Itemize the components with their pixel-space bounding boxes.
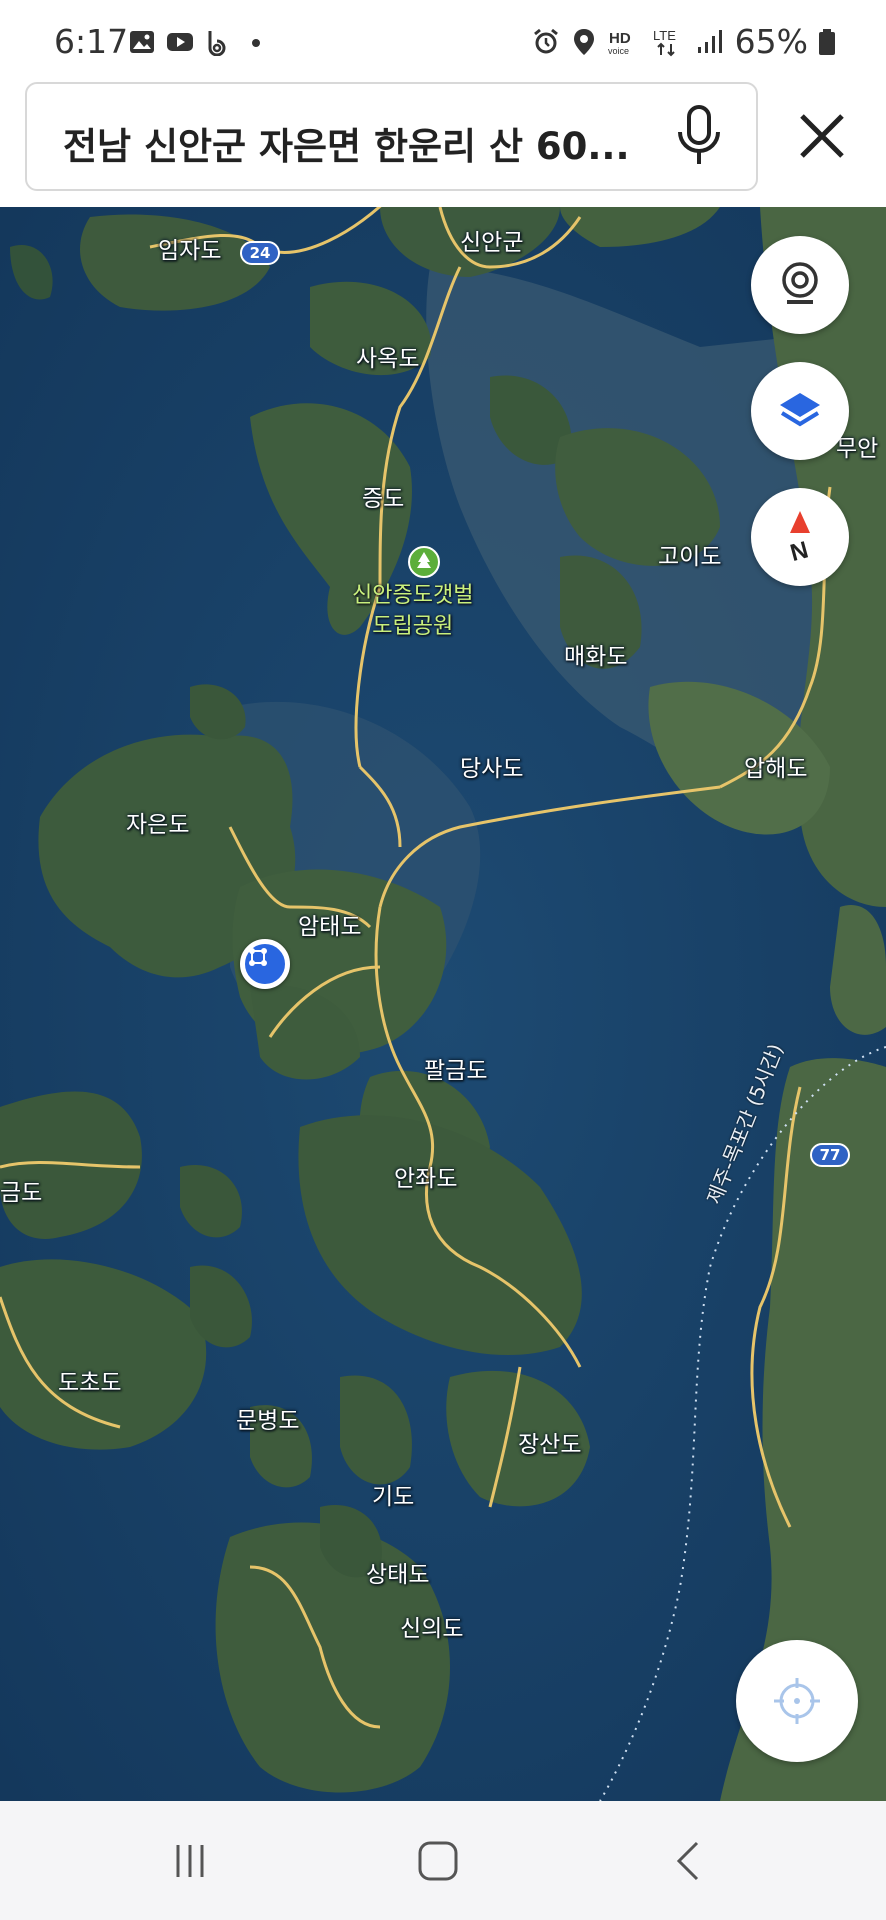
map-imagery bbox=[0, 207, 886, 1801]
recent-apps-icon bbox=[176, 1845, 204, 1877]
compass-north-icon: N bbox=[787, 511, 811, 565]
label-aphaedo[interactable]: 압해도 bbox=[744, 749, 807, 783]
label-jangsando[interactable]: 장산도 bbox=[518, 1425, 581, 1459]
svg-text:HD: HD bbox=[609, 30, 631, 47]
selected-location-marker[interactable] bbox=[240, 939, 290, 989]
microphone-icon bbox=[678, 105, 720, 164]
home-button[interactable] bbox=[398, 1831, 478, 1891]
close-search-button[interactable] bbox=[790, 104, 854, 168]
street-view-icon bbox=[782, 262, 818, 304]
label-gido[interactable]: 기도 bbox=[372, 1477, 414, 1511]
gallery-icon bbox=[130, 31, 154, 53]
lte-icon: LTE bbox=[653, 28, 676, 56]
label-sangtaedo[interactable]: 상태도 bbox=[366, 1555, 429, 1589]
hd-voice-icon: HDvoice bbox=[608, 30, 631, 56]
search-query-text[interactable]: 전남 신안군 자은면 한운리 산 60... bbox=[63, 116, 630, 170]
youtube-icon bbox=[167, 33, 193, 51]
park-label-line1: 신안증도갯벌 bbox=[352, 583, 474, 608]
voice-search-button[interactable] bbox=[668, 102, 730, 172]
svg-text:LTE: LTE bbox=[653, 28, 676, 43]
area-select-icon bbox=[249, 948, 267, 966]
b-app-icon bbox=[208, 31, 226, 56]
label-jeungdo[interactable]: 증도 bbox=[362, 479, 404, 513]
location-icon bbox=[573, 28, 594, 55]
recent-apps-button[interactable] bbox=[150, 1831, 230, 1891]
satellite-map[interactable]: 임자도 24 신안군 사옥도 증도 신안증도갯벌 도립공원 고이도 무안 매화도… bbox=[0, 207, 886, 1801]
label-danagsado[interactable]: 당사도 bbox=[460, 749, 523, 783]
crosshair-icon bbox=[774, 1678, 820, 1724]
signal-icon bbox=[697, 29, 722, 53]
compass-letter: N bbox=[787, 536, 811, 565]
label-sinangun[interactable]: 신안군 bbox=[460, 223, 523, 257]
battery-percentage: 65% bbox=[734, 22, 808, 61]
status-bar: 6:17 HD voice LTE 65% bbox=[0, 0, 886, 82]
label-geumdo-partial[interactable]: 금도 bbox=[0, 1173, 42, 1207]
search-bar[interactable]: 전남 신안군 자은면 한운리 산 60... bbox=[25, 82, 758, 191]
park-label[interactable]: 신안증도갯벌 도립공원 bbox=[352, 580, 473, 642]
route-77-badge: 77 bbox=[810, 1143, 850, 1167]
label-palgeumdo[interactable]: 팔금도 bbox=[424, 1051, 487, 1085]
label-anjwado[interactable]: 안좌도 bbox=[394, 1159, 457, 1193]
park-icon bbox=[408, 546, 440, 578]
close-icon bbox=[800, 114, 844, 158]
label-amtaedo[interactable]: 암태도 bbox=[298, 907, 361, 941]
alarm-icon bbox=[533, 28, 558, 53]
compass-button[interactable]: N bbox=[751, 488, 849, 586]
label-sinuido[interactable]: 신의도 bbox=[400, 1609, 463, 1643]
dot-icon bbox=[252, 39, 260, 47]
status-left-icons bbox=[128, 28, 270, 56]
label-munbyeongdo[interactable]: 문병도 bbox=[236, 1401, 299, 1435]
label-jaeundo[interactable]: 자은도 bbox=[126, 805, 189, 839]
battery-icon bbox=[819, 28, 835, 55]
label-maehwado[interactable]: 매화도 bbox=[564, 637, 627, 671]
route-24-badge: 24 bbox=[240, 241, 280, 265]
back-button[interactable] bbox=[648, 1831, 728, 1891]
home-icon bbox=[418, 1841, 458, 1881]
system-nav-bar bbox=[0, 1801, 886, 1920]
label-dochodo[interactable]: 도초도 bbox=[58, 1363, 121, 1397]
back-icon bbox=[676, 1841, 699, 1881]
park-label-line2: 도립공원 bbox=[372, 614, 454, 639]
svg-text:voice: voice bbox=[608, 46, 629, 56]
status-time: 6:17 bbox=[54, 22, 129, 61]
label-goido[interactable]: 고이도 bbox=[658, 537, 721, 571]
label-saokdo[interactable]: 사옥도 bbox=[356, 339, 419, 373]
my-location-button[interactable] bbox=[736, 1640, 858, 1762]
status-right: HD voice LTE 65% bbox=[531, 22, 836, 61]
street-view-button[interactable] bbox=[751, 236, 849, 334]
layers-button[interactable] bbox=[751, 362, 849, 460]
layers-icon bbox=[780, 393, 820, 427]
label-imjado[interactable]: 임자도 bbox=[158, 231, 221, 265]
